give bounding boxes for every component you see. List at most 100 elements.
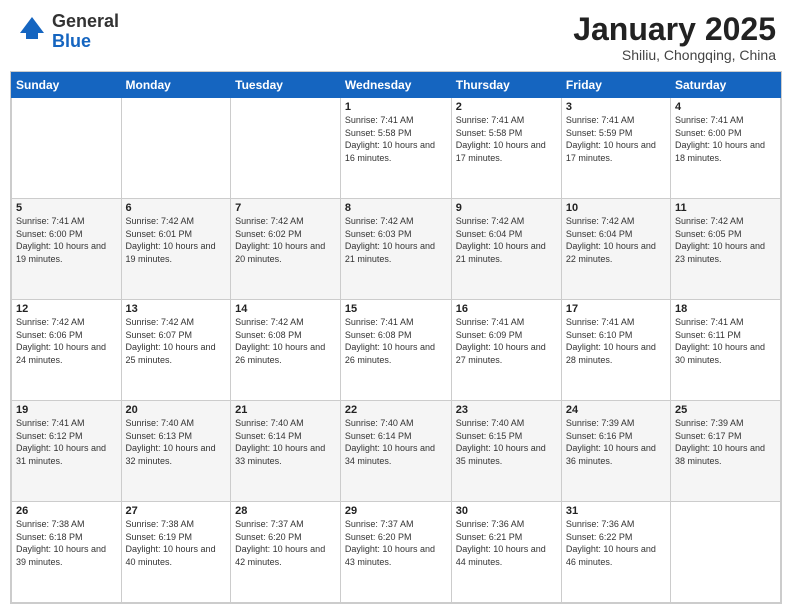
- day-cell: 2Sunrise: 7:41 AMSunset: 5:58 PMDaylight…: [451, 98, 561, 199]
- day-info: Sunrise: 7:42 AMSunset: 6:04 PMDaylight:…: [566, 215, 666, 265]
- day-info: Sunrise: 7:41 AMSunset: 5:58 PMDaylight:…: [345, 114, 447, 164]
- day-info: Sunrise: 7:41 AMSunset: 6:08 PMDaylight:…: [345, 316, 447, 366]
- day-number: 7: [235, 202, 336, 214]
- day-number: 12: [16, 303, 117, 315]
- day-number: 18: [675, 303, 776, 315]
- day-number: 25: [675, 404, 776, 416]
- day-cell: [12, 98, 122, 199]
- day-cell: 8Sunrise: 7:42 AMSunset: 6:03 PMDaylight…: [340, 199, 451, 300]
- day-cell: 17Sunrise: 7:41 AMSunset: 6:10 PMDayligh…: [561, 300, 670, 401]
- day-info: Sunrise: 7:41 AMSunset: 6:09 PMDaylight:…: [456, 316, 557, 366]
- day-number: 5: [16, 202, 117, 214]
- day-number: 2: [456, 101, 557, 113]
- day-number: 3: [566, 101, 666, 113]
- logo: General Blue: [16, 12, 119, 52]
- day-info: Sunrise: 7:37 AMSunset: 6:20 PMDaylight:…: [235, 518, 336, 568]
- day-header-wednesday: Wednesday: [340, 73, 451, 98]
- day-number: 29: [345, 505, 447, 517]
- day-info: Sunrise: 7:42 AMSunset: 6:07 PMDaylight:…: [126, 316, 227, 366]
- day-info: Sunrise: 7:36 AMSunset: 6:21 PMDaylight:…: [456, 518, 557, 568]
- day-number: 28: [235, 505, 336, 517]
- day-cell: 16Sunrise: 7:41 AMSunset: 6:09 PMDayligh…: [451, 300, 561, 401]
- day-cell: [670, 502, 780, 603]
- day-info: Sunrise: 7:40 AMSunset: 6:13 PMDaylight:…: [126, 417, 227, 467]
- day-number: 11: [675, 202, 776, 214]
- day-cell: [231, 98, 341, 199]
- day-header-tuesday: Tuesday: [231, 73, 341, 98]
- day-info: Sunrise: 7:42 AMSunset: 6:04 PMDaylight:…: [456, 215, 557, 265]
- day-info: Sunrise: 7:42 AMSunset: 6:08 PMDaylight:…: [235, 316, 336, 366]
- title-block: January 2025 Shiliu, Chongqing, China: [573, 12, 776, 63]
- day-number: 17: [566, 303, 666, 315]
- day-header-monday: Monday: [121, 73, 231, 98]
- days-header-row: SundayMondayTuesdayWednesdayThursdayFrid…: [12, 73, 781, 98]
- day-info: Sunrise: 7:41 AMSunset: 6:12 PMDaylight:…: [16, 417, 117, 467]
- day-number: 9: [456, 202, 557, 214]
- page: General Blue January 2025 Shiliu, Chongq…: [0, 0, 792, 612]
- logo-blue-text: Blue: [52, 31, 91, 51]
- day-number: 16: [456, 303, 557, 315]
- day-cell: 23Sunrise: 7:40 AMSunset: 6:15 PMDayligh…: [451, 401, 561, 502]
- day-cell: 26Sunrise: 7:38 AMSunset: 6:18 PMDayligh…: [12, 502, 122, 603]
- day-number: 26: [16, 505, 117, 517]
- day-header-thursday: Thursday: [451, 73, 561, 98]
- day-info: Sunrise: 7:38 AMSunset: 6:19 PMDaylight:…: [126, 518, 227, 568]
- day-info: Sunrise: 7:42 AMSunset: 6:02 PMDaylight:…: [235, 215, 336, 265]
- day-info: Sunrise: 7:41 AMSunset: 5:58 PMDaylight:…: [456, 114, 557, 164]
- day-number: 10: [566, 202, 666, 214]
- day-cell: 9Sunrise: 7:42 AMSunset: 6:04 PMDaylight…: [451, 199, 561, 300]
- week-row-0: 1Sunrise: 7:41 AMSunset: 5:58 PMDaylight…: [12, 98, 781, 199]
- day-cell: 30Sunrise: 7:36 AMSunset: 6:21 PMDayligh…: [451, 502, 561, 603]
- day-cell: 28Sunrise: 7:37 AMSunset: 6:20 PMDayligh…: [231, 502, 341, 603]
- day-number: 31: [566, 505, 666, 517]
- day-info: Sunrise: 7:42 AMSunset: 6:03 PMDaylight:…: [345, 215, 447, 265]
- day-cell: 14Sunrise: 7:42 AMSunset: 6:08 PMDayligh…: [231, 300, 341, 401]
- day-number: 15: [345, 303, 447, 315]
- day-number: 4: [675, 101, 776, 113]
- day-cell: 21Sunrise: 7:40 AMSunset: 6:14 PMDayligh…: [231, 401, 341, 502]
- header: General Blue January 2025 Shiliu, Chongq…: [0, 0, 792, 71]
- calendar-table: SundayMondayTuesdayWednesdayThursdayFrid…: [11, 72, 781, 603]
- day-cell: 11Sunrise: 7:42 AMSunset: 6:05 PMDayligh…: [670, 199, 780, 300]
- day-info: Sunrise: 7:40 AMSunset: 6:14 PMDaylight:…: [345, 417, 447, 467]
- day-header-friday: Friday: [561, 73, 670, 98]
- day-info: Sunrise: 7:37 AMSunset: 6:20 PMDaylight:…: [345, 518, 447, 568]
- day-number: 6: [126, 202, 227, 214]
- calendar-body: 1Sunrise: 7:41 AMSunset: 5:58 PMDaylight…: [12, 98, 781, 603]
- day-cell: 5Sunrise: 7:41 AMSunset: 6:00 PMDaylight…: [12, 199, 122, 300]
- week-row-4: 26Sunrise: 7:38 AMSunset: 6:18 PMDayligh…: [12, 502, 781, 603]
- day-info: Sunrise: 7:40 AMSunset: 6:14 PMDaylight:…: [235, 417, 336, 467]
- day-info: Sunrise: 7:41 AMSunset: 5:59 PMDaylight:…: [566, 114, 666, 164]
- day-cell: 10Sunrise: 7:42 AMSunset: 6:04 PMDayligh…: [561, 199, 670, 300]
- day-cell: 1Sunrise: 7:41 AMSunset: 5:58 PMDaylight…: [340, 98, 451, 199]
- day-cell: 3Sunrise: 7:41 AMSunset: 5:59 PMDaylight…: [561, 98, 670, 199]
- day-number: 21: [235, 404, 336, 416]
- day-info: Sunrise: 7:41 AMSunset: 6:10 PMDaylight:…: [566, 316, 666, 366]
- day-info: Sunrise: 7:38 AMSunset: 6:18 PMDaylight:…: [16, 518, 117, 568]
- day-info: Sunrise: 7:36 AMSunset: 6:22 PMDaylight:…: [566, 518, 666, 568]
- day-info: Sunrise: 7:41 AMSunset: 6:11 PMDaylight:…: [675, 316, 776, 366]
- day-number: 14: [235, 303, 336, 315]
- day-cell: 27Sunrise: 7:38 AMSunset: 6:19 PMDayligh…: [121, 502, 231, 603]
- day-cell: 6Sunrise: 7:42 AMSunset: 6:01 PMDaylight…: [121, 199, 231, 300]
- logo-general-text: General: [52, 11, 119, 31]
- week-row-1: 5Sunrise: 7:41 AMSunset: 6:00 PMDaylight…: [12, 199, 781, 300]
- month-title: January 2025: [573, 12, 776, 47]
- day-number: 8: [345, 202, 447, 214]
- day-cell: 24Sunrise: 7:39 AMSunset: 6:16 PMDayligh…: [561, 401, 670, 502]
- day-header-sunday: Sunday: [12, 73, 122, 98]
- day-info: Sunrise: 7:42 AMSunset: 6:05 PMDaylight:…: [675, 215, 776, 265]
- calendar-header: SundayMondayTuesdayWednesdayThursdayFrid…: [12, 73, 781, 98]
- day-info: Sunrise: 7:42 AMSunset: 6:01 PMDaylight:…: [126, 215, 227, 265]
- day-cell: 7Sunrise: 7:42 AMSunset: 6:02 PMDaylight…: [231, 199, 341, 300]
- day-cell: 13Sunrise: 7:42 AMSunset: 6:07 PMDayligh…: [121, 300, 231, 401]
- day-cell: 25Sunrise: 7:39 AMSunset: 6:17 PMDayligh…: [670, 401, 780, 502]
- day-number: 13: [126, 303, 227, 315]
- week-row-2: 12Sunrise: 7:42 AMSunset: 6:06 PMDayligh…: [12, 300, 781, 401]
- day-number: 27: [126, 505, 227, 517]
- day-info: Sunrise: 7:41 AMSunset: 6:00 PMDaylight:…: [16, 215, 117, 265]
- day-cell: 29Sunrise: 7:37 AMSunset: 6:20 PMDayligh…: [340, 502, 451, 603]
- day-number: 30: [456, 505, 557, 517]
- day-header-saturday: Saturday: [670, 73, 780, 98]
- day-cell: [121, 98, 231, 199]
